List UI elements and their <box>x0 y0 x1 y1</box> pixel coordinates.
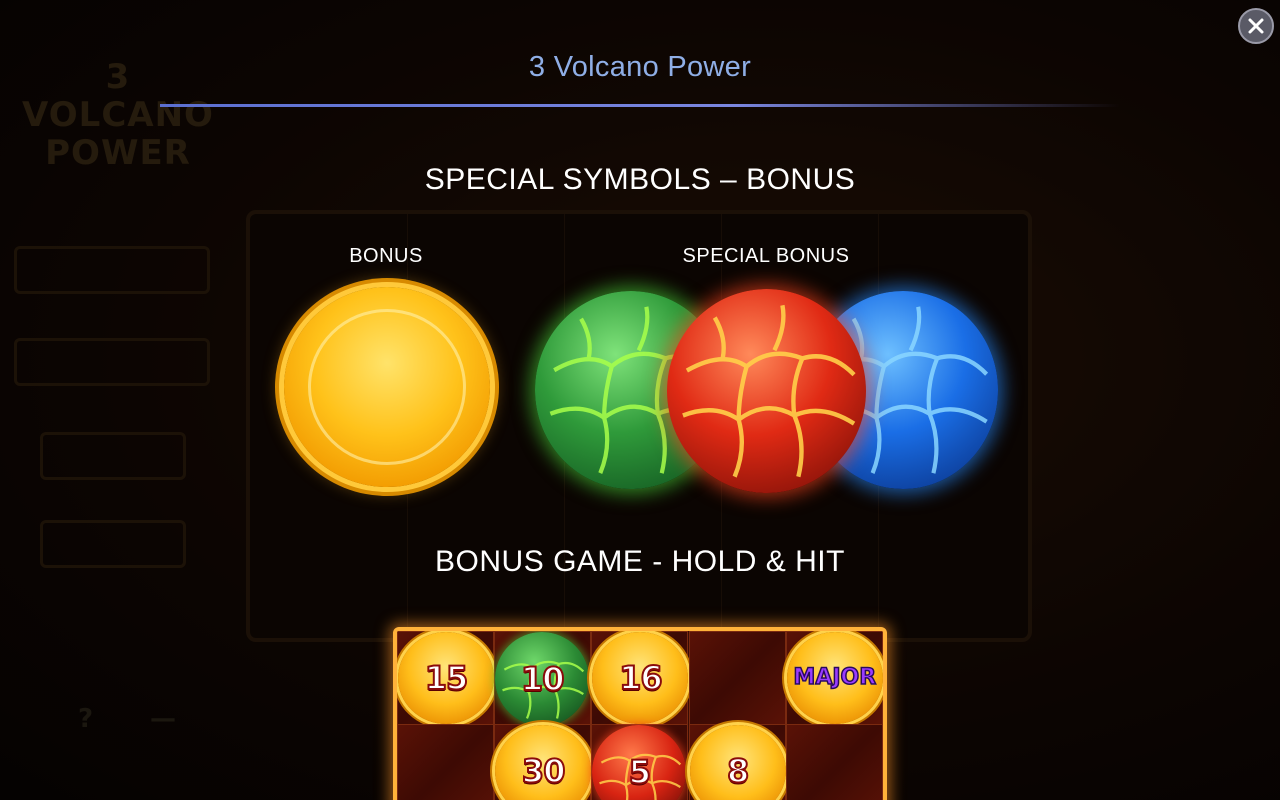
close-icon <box>1248 18 1264 34</box>
green-orb-symbol: 10 <box>495 632 590 726</box>
bonus-coin-symbol: 16 <box>592 632 689 724</box>
special-symbols-heading: SPECIAL SYMBOLS – BONUS <box>424 163 856 196</box>
symbol-value: 10 <box>520 660 565 698</box>
grid-cell <box>785 724 883 800</box>
hold-and-hit-grid: 15 10 16 MAJOR 30 5 8 <box>393 627 887 800</box>
symbol-value: 8 <box>726 752 750 790</box>
bonus-game-heading: BONUS GAME - HOLD & HIT <box>435 545 845 578</box>
symbol-value: MAJOR <box>793 665 877 690</box>
symbol-value: 5 <box>628 753 652 791</box>
page-title: 3 Volcano Power <box>528 51 752 83</box>
bonus-coin-symbol: MAJOR <box>786 632 883 724</box>
symbol-value: 16 <box>618 659 663 697</box>
symbol-value: 30 <box>521 752 566 790</box>
symbol-value: 15 <box>424 659 469 697</box>
red-orb-icon <box>667 289 866 493</box>
special-bonus-label: SPECIAL BONUS <box>682 245 850 267</box>
bonus-label: BONUS <box>349 245 423 267</box>
title-divider <box>160 104 1120 107</box>
bonus-coin-symbol: 15 <box>398 632 494 724</box>
grid-cell <box>397 724 494 800</box>
bonus-coin-icon <box>284 287 490 487</box>
close-button[interactable] <box>1238 8 1274 44</box>
grid-cell <box>688 631 786 725</box>
red-orb-symbol: 5 <box>592 725 687 800</box>
